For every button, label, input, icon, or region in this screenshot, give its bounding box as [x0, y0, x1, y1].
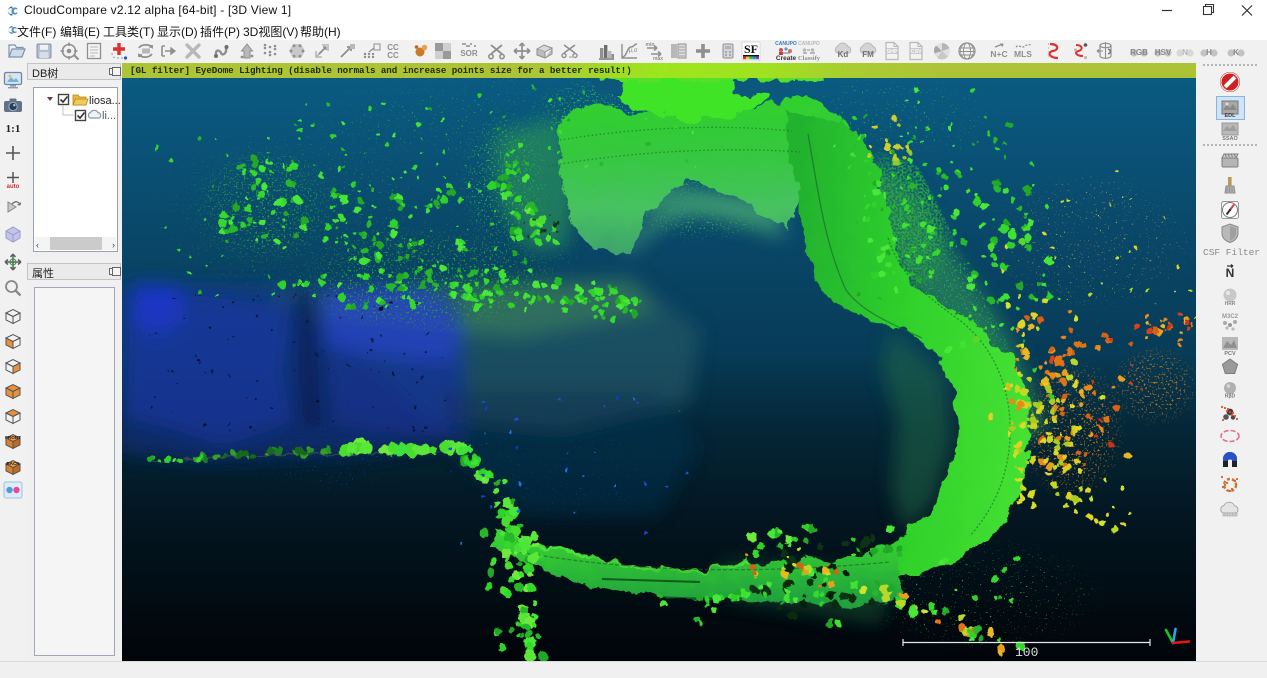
svg-text:K: K: [1233, 48, 1239, 57]
svg-text:CC: CC: [387, 51, 399, 60]
svg-text:Kd: Kd: [838, 50, 849, 59]
svg-text:CANUPO: CANUPO: [798, 41, 820, 47]
svg-text:N: N: [1182, 48, 1188, 57]
svg-text:CANUPO: CANUPO: [775, 41, 797, 47]
svg-text:1:1: 1:1: [6, 123, 21, 135]
svg-text:FM: FM: [862, 50, 874, 59]
svg-text:Create: Create: [776, 55, 797, 62]
svg-text:H: H: [1206, 48, 1212, 57]
svg-text:RβD: RβD: [1225, 394, 1236, 400]
svg-text:M3C2: M3C2: [1222, 314, 1239, 320]
svg-text:N+C: N+C: [990, 49, 1007, 59]
svg-text:100: 100: [1015, 645, 1038, 660]
svg-text:N: N: [1226, 266, 1235, 280]
svg-text:FRONT: FRONT: [5, 435, 21, 440]
svg-text:SOR: SOR: [460, 49, 478, 58]
svg-text:μ,σ: μ,σ: [629, 48, 638, 54]
svg-text:Classify: Classify: [798, 55, 820, 62]
svg-text:min: min: [646, 42, 655, 48]
svg-text:li...: li...: [102, 110, 116, 122]
svg-text:SF: SF: [744, 42, 758, 56]
svg-text:MLS: MLS: [1014, 49, 1032, 59]
svg-text:SSAO: SSAO: [1222, 136, 1238, 142]
svg-text:CSV: CSV: [910, 49, 922, 55]
svg-text:max: max: [653, 56, 663, 62]
svg-text:HSV: HSV: [1155, 48, 1172, 57]
svg-text:HRR: HRR: [1225, 301, 1236, 307]
svg-text:BACK: BACK: [6, 461, 20, 466]
svg-text:RGB: RGB: [1130, 48, 1148, 57]
svg-text:auto: auto: [7, 184, 20, 190]
svg-text:liosa...: liosa...: [89, 95, 120, 107]
svg-text:SHP: SHP: [886, 49, 898, 55]
